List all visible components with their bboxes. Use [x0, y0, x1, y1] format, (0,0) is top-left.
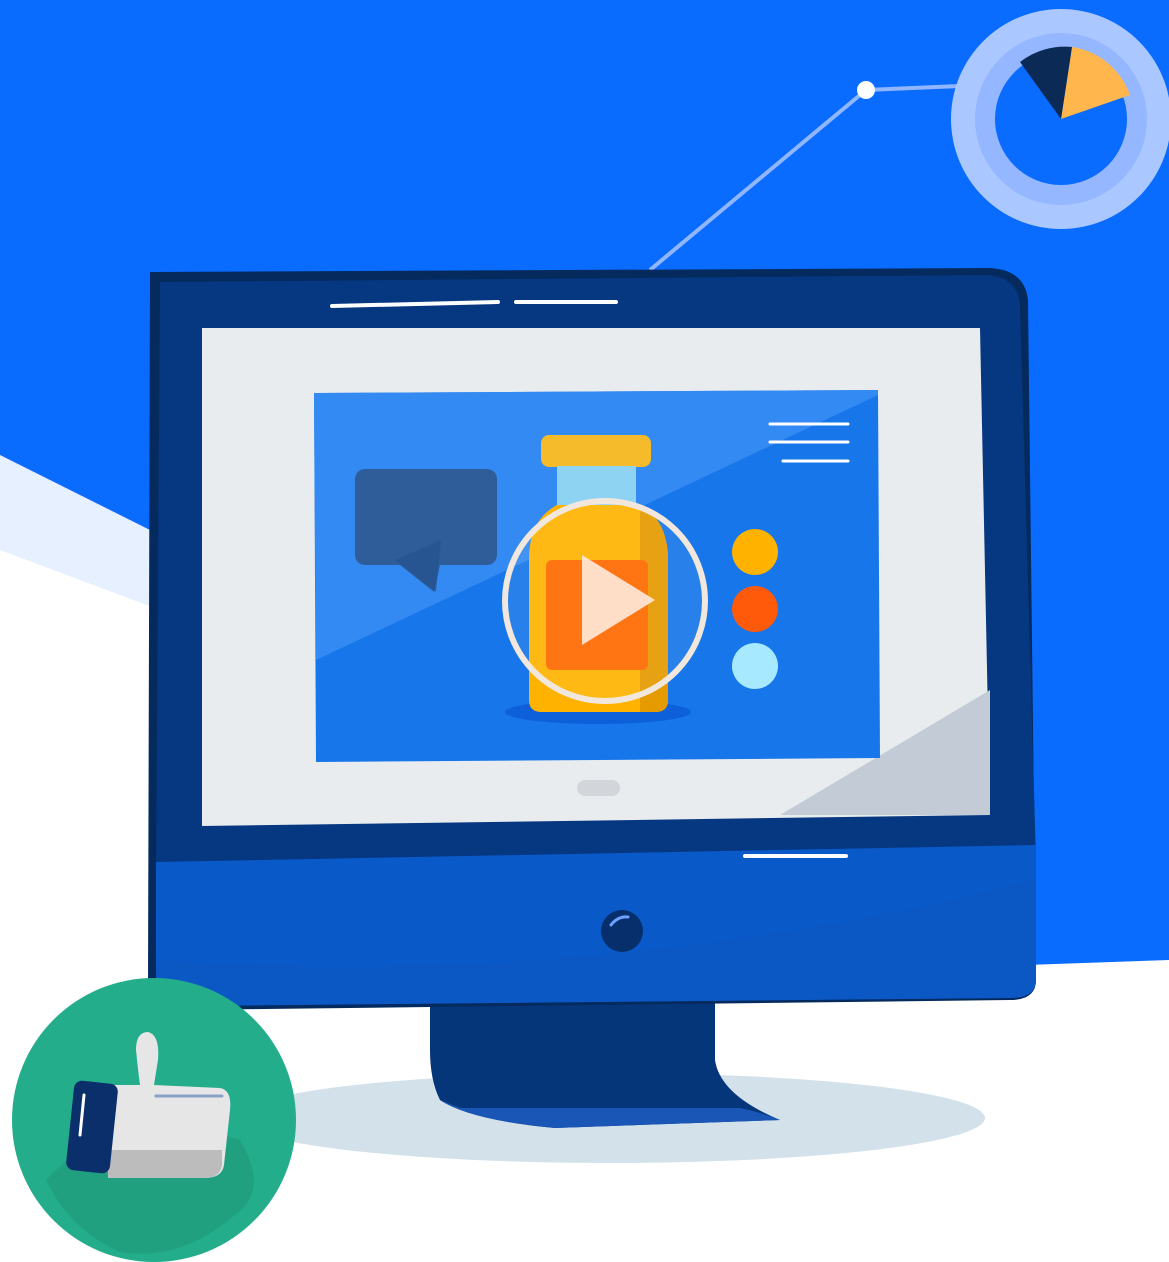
illustration: [0, 0, 1169, 1262]
pie-chart-icon: [951, 9, 1169, 229]
home-indicator: [577, 780, 620, 796]
dot-cyan: [732, 643, 778, 689]
play-button[interactable]: [502, 498, 708, 704]
dot-orange: [732, 586, 778, 632]
like-badge: [12, 978, 296, 1262]
video-player[interactable]: [314, 390, 880, 762]
thumb-cuff: [66, 1080, 118, 1174]
dot-yellow: [732, 529, 778, 575]
